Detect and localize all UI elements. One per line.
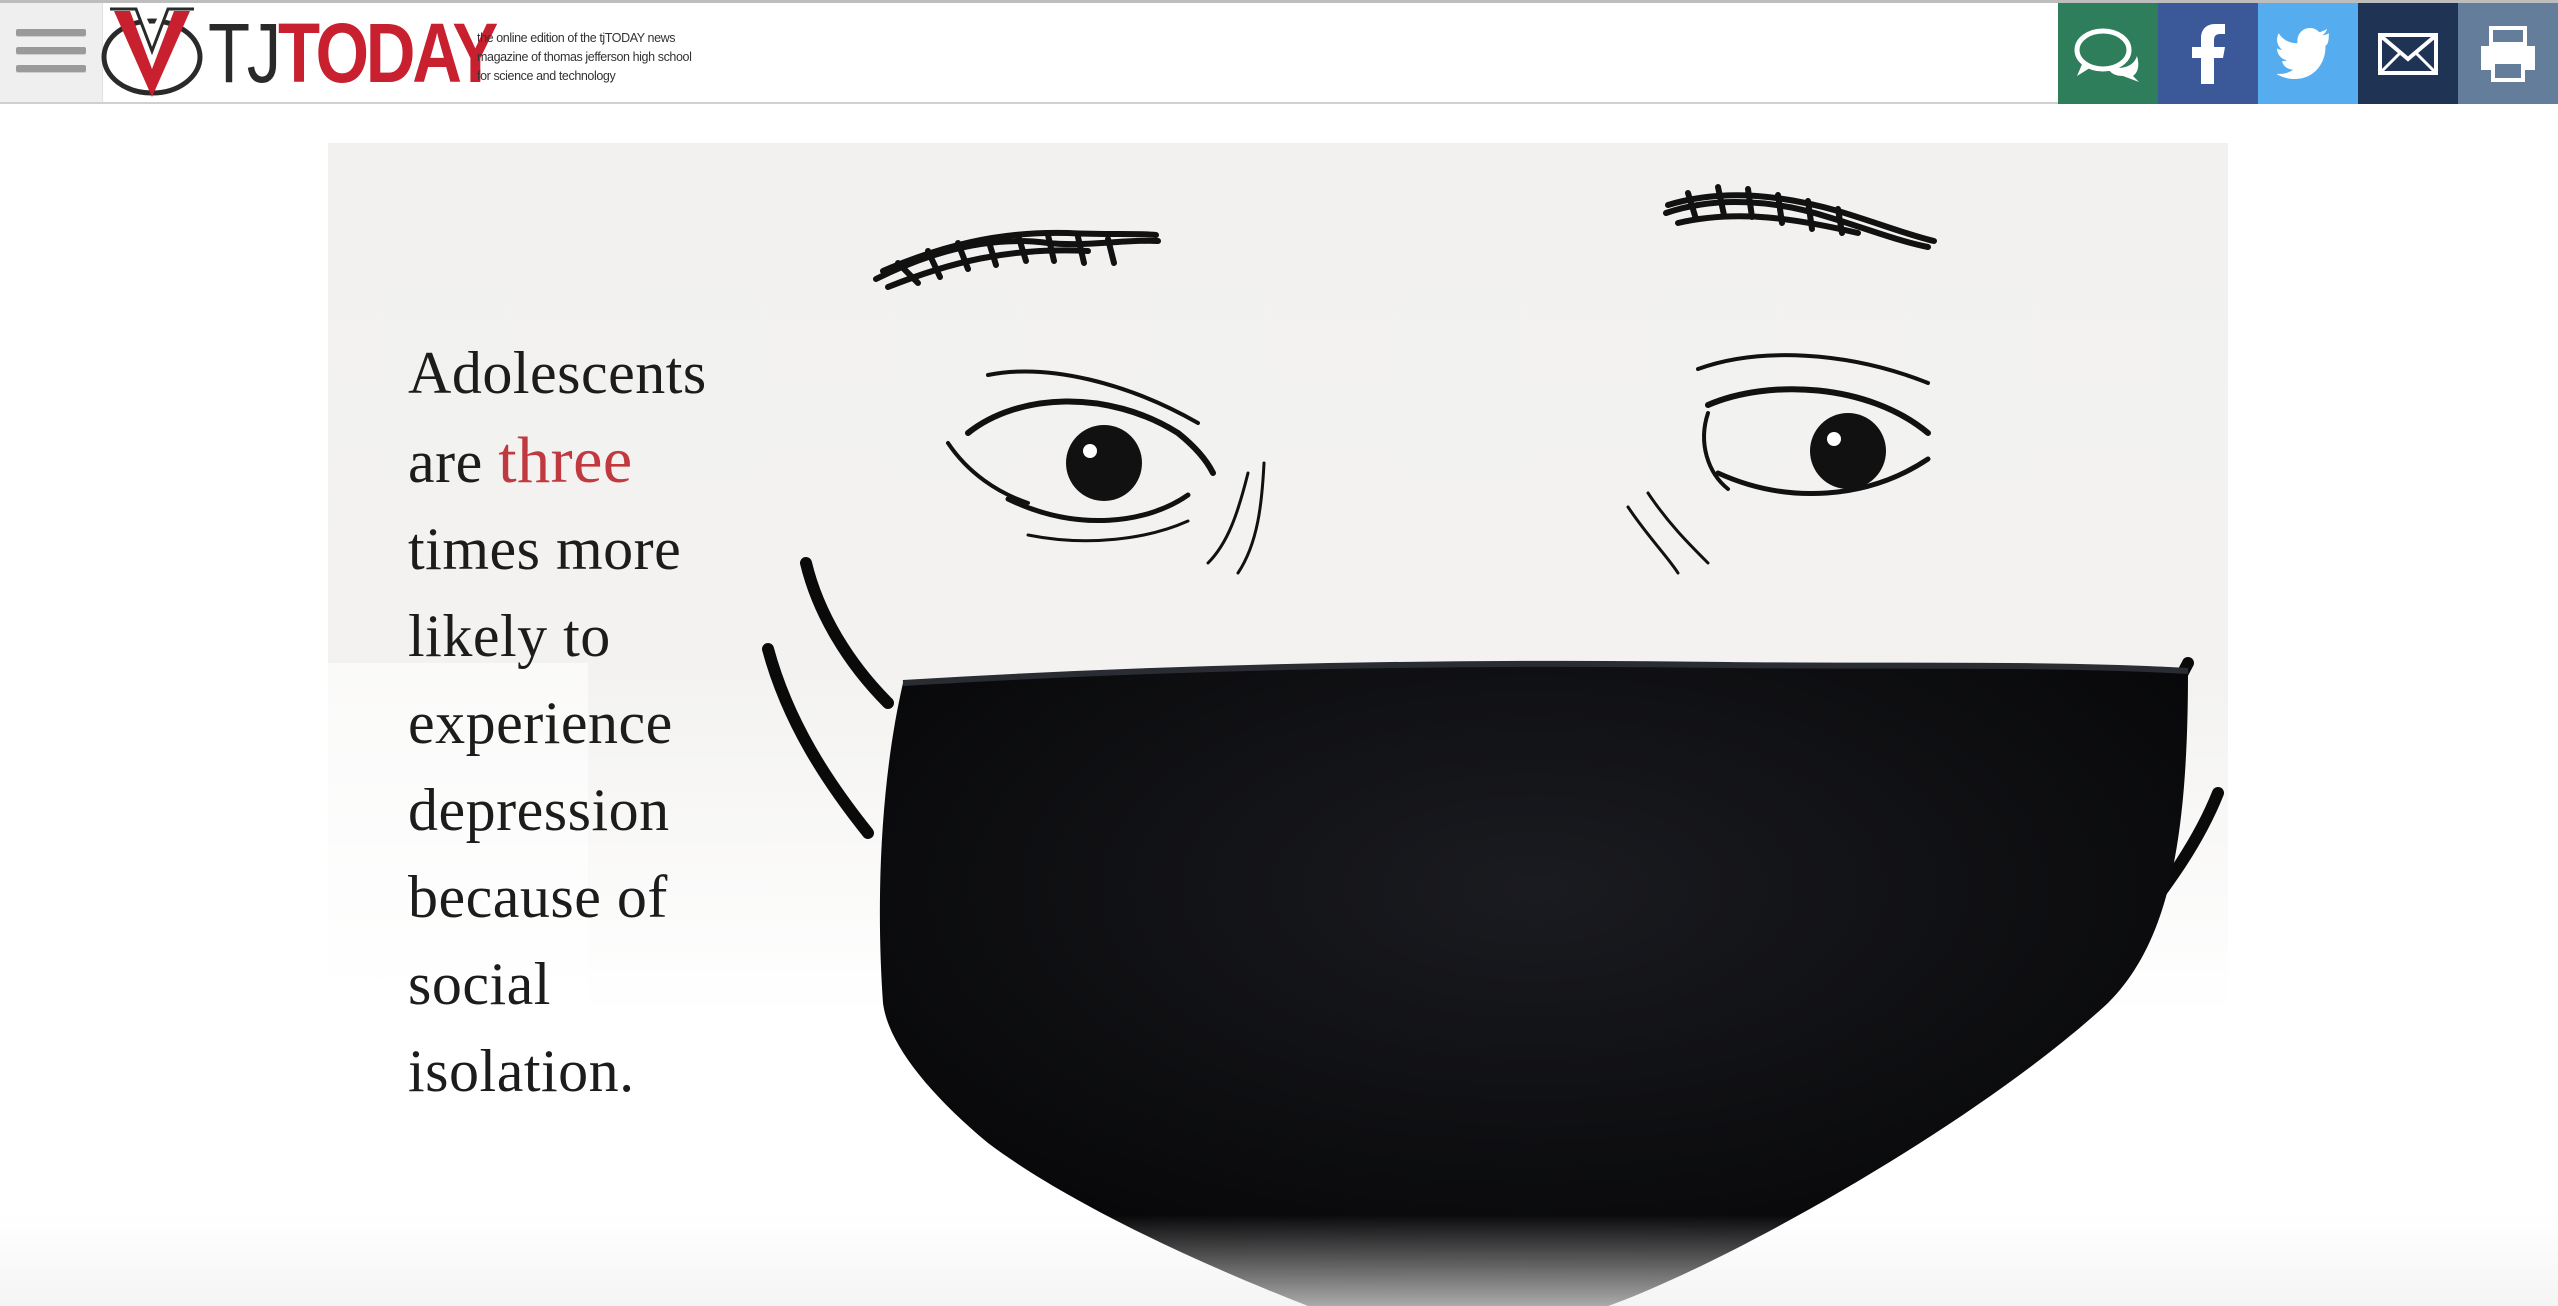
comments-button[interactable]: [2058, 3, 2158, 104]
menu-bar-icon: [16, 29, 86, 36]
quote-line: experience: [408, 690, 673, 756]
email-share-button[interactable]: [2358, 3, 2458, 104]
tagline-line: the online edition of the tjTODAY news: [477, 31, 676, 45]
site-logo[interactable]: TJTODAY: [100, 3, 498, 102]
quote-line: isolation.: [408, 1038, 635, 1104]
menu-bar-icon: [16, 65, 86, 72]
site-tagline: the online edition of the tjTODAY news m…: [477, 29, 697, 86]
tj-crest-icon: [101, 7, 203, 97]
tagline-line: for science and technology: [477, 69, 616, 83]
quote-line: because of: [408, 864, 668, 930]
menu-bar-icon: [16, 47, 86, 54]
comments-icon: [2074, 28, 2139, 82]
print-icon: [2481, 25, 2535, 82]
quote-accent-word: three: [498, 424, 633, 497]
quote-line: social: [408, 951, 551, 1017]
twitter-icon: [2277, 27, 2329, 79]
tagline-line: magazine of thomas jefferson high school: [477, 50, 692, 64]
facebook-icon: [2192, 23, 2225, 84]
logo-today: TODAY: [277, 6, 498, 100]
quote-line: Adolescents: [408, 340, 707, 406]
site-header: TJTODAY the online edition of the tjTODA…: [0, 3, 2558, 104]
quote-line: times more: [408, 516, 682, 582]
pull-quote: Adolescents are three times more likely …: [408, 330, 768, 1115]
facebook-share-button[interactable]: [2158, 3, 2258, 104]
print-button[interactable]: [2458, 3, 2558, 104]
hamburger-menu-button[interactable]: [0, 3, 103, 102]
email-icon: [2378, 32, 2438, 75]
quote-line: likely to: [408, 603, 611, 669]
logo-wordmark: TJTODAY: [208, 5, 498, 101]
quote-text: are: [408, 429, 499, 495]
logo-tj: TJ: [208, 6, 281, 100]
quote-line: depression: [408, 777, 670, 843]
twitter-share-button[interactable]: [2258, 3, 2358, 104]
share-toolbar: [2058, 3, 2558, 104]
quote-line: are three: [408, 417, 768, 506]
